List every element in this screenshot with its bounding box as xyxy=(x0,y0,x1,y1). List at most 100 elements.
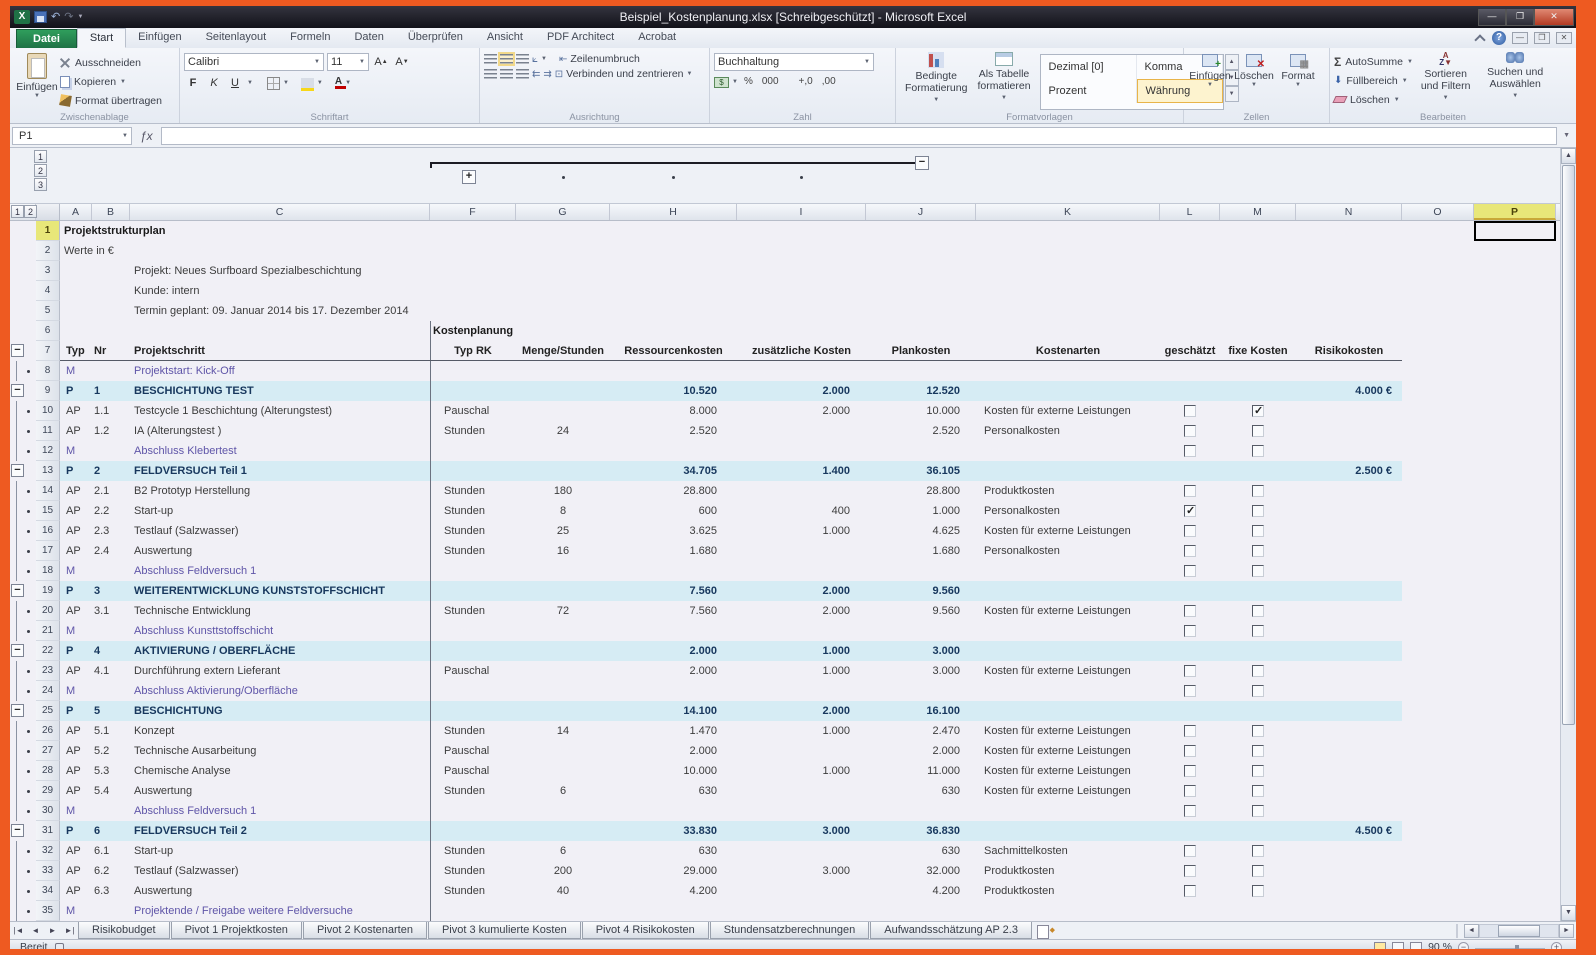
cell[interactable]: 7.560 xyxy=(610,601,737,621)
cell[interactable] xyxy=(516,701,610,721)
cell[interactable]: 14 xyxy=(516,721,610,741)
cell[interactable]: 5.1 xyxy=(92,721,130,741)
bold-button[interactable]: F xyxy=(184,74,202,92)
cell[interactable]: 2.500 € xyxy=(1296,461,1402,481)
cell[interactable] xyxy=(1220,681,1296,701)
cell[interactable] xyxy=(1402,561,1474,581)
collapse-rows-button[interactable]: − xyxy=(11,464,24,477)
cell[interactable] xyxy=(516,761,610,781)
cell[interactable] xyxy=(1220,381,1296,401)
cell[interactable] xyxy=(1220,821,1296,841)
geschaetzt-checkbox[interactable] xyxy=(1184,525,1196,537)
cell[interactable]: 1.1 xyxy=(92,401,130,421)
cell[interactable] xyxy=(737,781,866,801)
cell[interactable]: Projektende / Freigabe weitere Feldversu… xyxy=(130,901,430,921)
cell[interactable] xyxy=(866,441,976,461)
cell[interactable] xyxy=(1296,561,1402,581)
cell[interactable]: 6.1 xyxy=(92,841,130,861)
cell[interactable] xyxy=(1474,761,1556,781)
cell[interactable]: Durchführung extern Lieferant xyxy=(130,661,430,681)
cell[interactable] xyxy=(1402,641,1474,661)
cell[interactable] xyxy=(1474,341,1556,361)
cell[interactable] xyxy=(516,681,610,701)
page-break-view-icon[interactable] xyxy=(1410,942,1422,949)
cell[interactable] xyxy=(430,641,516,661)
cell[interactable] xyxy=(976,641,1160,661)
geschaetzt-checkbox[interactable] xyxy=(1184,725,1196,737)
geschaetzt-checkbox[interactable] xyxy=(1184,505,1196,517)
cell[interactable]: zusätzliche Kosten xyxy=(737,341,866,361)
cell[interactable] xyxy=(1474,801,1556,821)
cell[interactable]: AP xyxy=(60,501,92,521)
cell[interactable]: Stunden xyxy=(430,861,516,881)
ribbon-tab-start[interactable]: Start xyxy=(77,28,126,48)
scroll-left-icon[interactable]: ◄ xyxy=(1464,924,1479,938)
format-as-table-button[interactable]: Als Tabelle formatieren▼ xyxy=(972,50,1035,110)
column-outline-level-2[interactable]: 2 xyxy=(34,164,47,177)
cell[interactable] xyxy=(1474,881,1556,901)
align-middle-icon[interactable] xyxy=(500,54,513,64)
row-header-24[interactable]: 24 xyxy=(36,681,60,701)
cell[interactable] xyxy=(1160,781,1220,801)
cell[interactable]: 11.000 xyxy=(866,761,976,781)
cell[interactable]: 1.2 xyxy=(92,421,130,441)
cell[interactable] xyxy=(1296,501,1402,521)
cell[interactable]: 2.520 xyxy=(610,421,737,441)
scroll-down-icon[interactable]: ▼ xyxy=(1561,905,1576,921)
cell[interactable]: Testcycle 1 Beschichtung (Alterungstest) xyxy=(130,401,430,421)
cell[interactable] xyxy=(976,821,1160,841)
cell[interactable]: FELDVERSUCH Teil 2 xyxy=(130,821,430,841)
cell[interactable] xyxy=(430,361,516,381)
cell[interactable] xyxy=(1402,381,1474,401)
cell[interactable]: Personalkosten xyxy=(976,421,1160,441)
collapse-rows-button[interactable]: − xyxy=(11,824,24,837)
cell[interactable] xyxy=(1220,361,1296,381)
cell[interactable]: 7.560 xyxy=(610,581,737,601)
cell[interactable] xyxy=(976,621,1160,641)
cell[interactable]: 9.560 xyxy=(866,601,976,621)
collapse-columns-button[interactable]: − xyxy=(915,156,929,170)
cell[interactable] xyxy=(1160,721,1220,741)
cell[interactable]: Produktkosten xyxy=(976,881,1160,901)
cell[interactable]: P xyxy=(60,821,92,841)
info-text[interactable]: Kunde: intern xyxy=(134,281,199,301)
cell[interactable]: Stunden xyxy=(430,781,516,801)
cell[interactable] xyxy=(1402,781,1474,801)
cell[interactable] xyxy=(1296,781,1402,801)
macro-record-icon[interactable] xyxy=(55,943,64,950)
cell[interactable] xyxy=(737,561,866,581)
cell[interactable]: P xyxy=(60,381,92,401)
cell[interactable]: 630 xyxy=(610,781,737,801)
cell[interactable] xyxy=(92,361,130,381)
cell[interactable] xyxy=(737,841,866,861)
cell[interactable] xyxy=(1220,601,1296,621)
cell[interactable] xyxy=(1402,801,1474,821)
cell[interactable] xyxy=(430,621,516,641)
cell[interactable]: M xyxy=(60,801,92,821)
cell[interactable] xyxy=(1474,581,1556,601)
cell[interactable] xyxy=(1160,381,1220,401)
cell[interactable]: 3.1 xyxy=(92,601,130,621)
geschaetzt-checkbox[interactable] xyxy=(1184,685,1196,697)
cell[interactable] xyxy=(92,681,130,701)
cell[interactable] xyxy=(1402,441,1474,461)
cell[interactable]: Ressourcenkosten xyxy=(610,341,737,361)
cell[interactable]: 6 xyxy=(92,821,130,841)
info-text[interactable]: Projektstrukturplan xyxy=(64,221,165,241)
cell[interactable] xyxy=(1474,641,1556,661)
row-header-32[interactable]: 32 xyxy=(36,841,60,861)
cell[interactable] xyxy=(1474,741,1556,761)
cell[interactable]: Kosten für externe Leistungen xyxy=(976,761,1160,781)
cell[interactable] xyxy=(1296,701,1402,721)
cell[interactable] xyxy=(1402,761,1474,781)
name-box[interactable]: P1▼ xyxy=(12,127,132,145)
cell[interactable] xyxy=(1474,601,1556,621)
cell[interactable]: 6 xyxy=(516,841,610,861)
geschaetzt-checkbox[interactable] xyxy=(1184,845,1196,857)
cell[interactable]: Typ xyxy=(60,341,92,361)
cell[interactable]: 14.100 xyxy=(610,701,737,721)
cell[interactable] xyxy=(92,901,130,921)
cell[interactable] xyxy=(1402,901,1474,921)
cell[interactable]: 1.000 xyxy=(737,521,866,541)
cell[interactable]: Projektschritt xyxy=(130,341,430,361)
